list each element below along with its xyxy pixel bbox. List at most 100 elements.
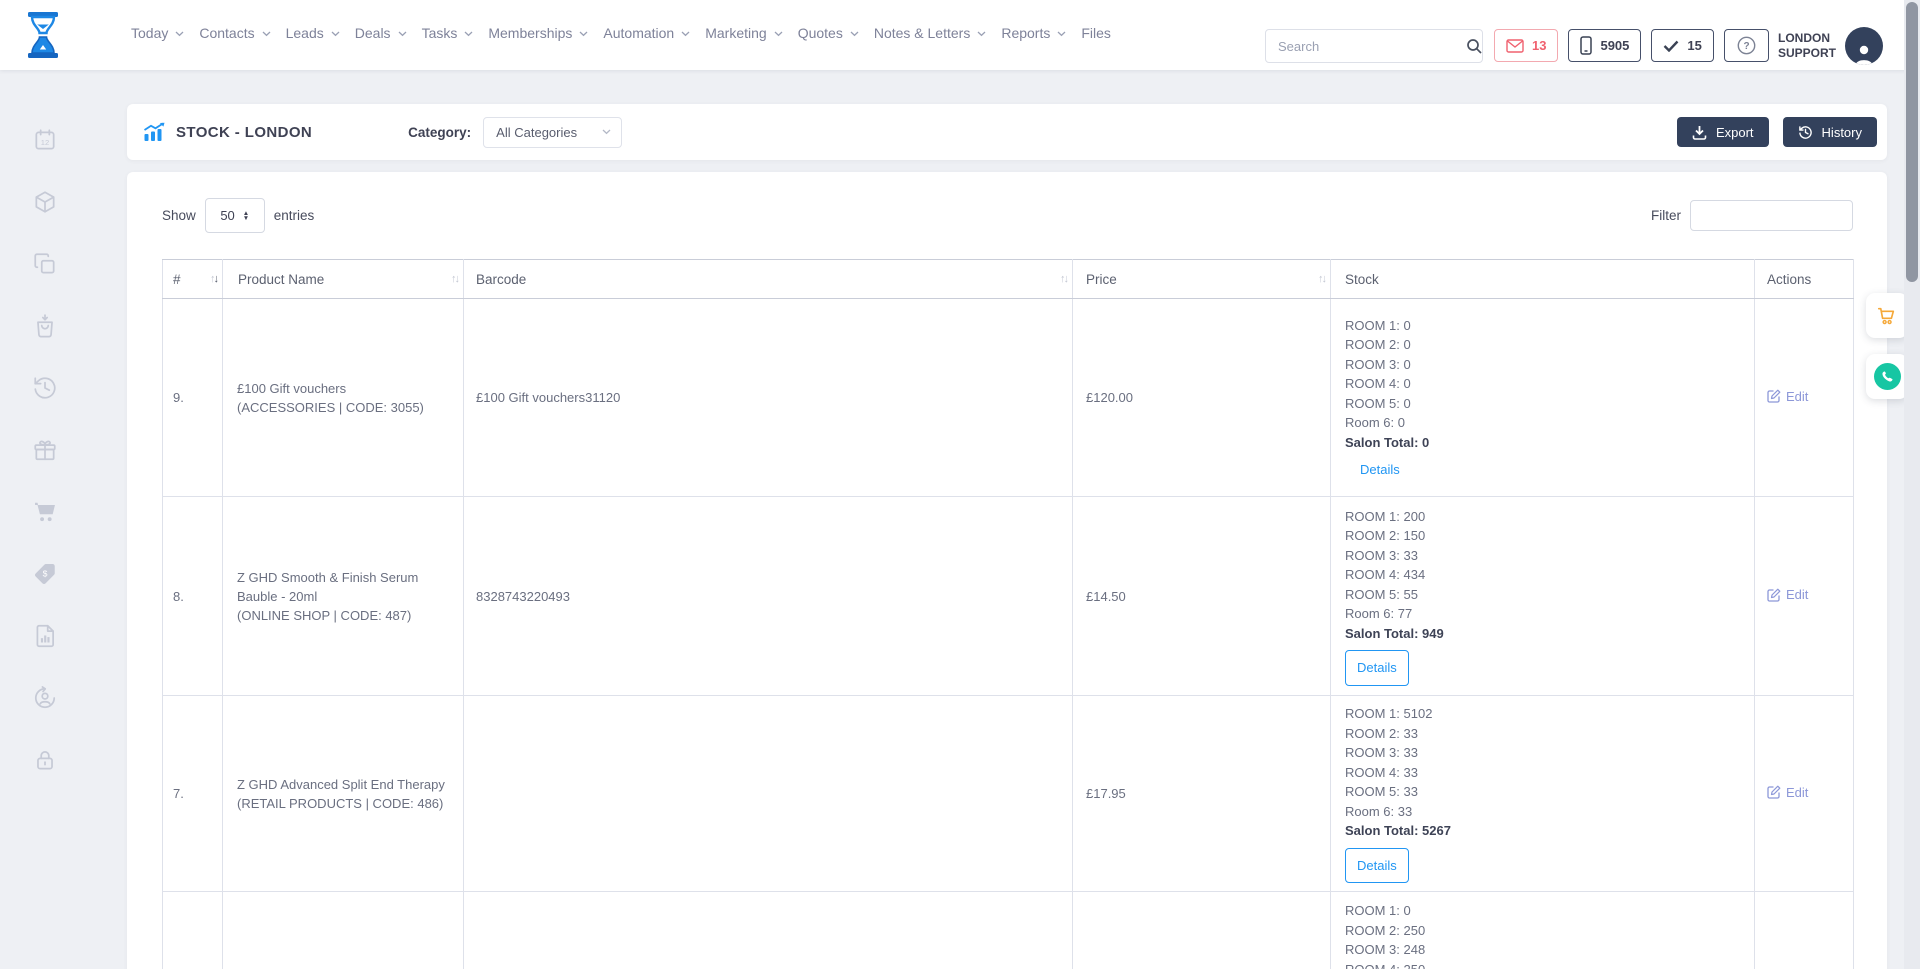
details-button[interactable]: Details — [1345, 848, 1409, 884]
envelope-icon — [1506, 39, 1524, 53]
messages-badge[interactable]: 13 — [1494, 29, 1558, 62]
cart-icon[interactable] — [32, 499, 58, 525]
table-controls: Show 50 ▲▼ entries Filter — [162, 198, 1853, 233]
quick-call-button[interactable] — [1866, 354, 1908, 399]
svg-text:$: $ — [43, 569, 48, 579]
chevron-down-icon — [579, 31, 588, 37]
chevron-down-icon — [331, 31, 340, 37]
lock-icon[interactable] — [32, 747, 58, 773]
category-select[interactable]: All Categories — [483, 117, 622, 148]
chevron-down-icon — [262, 31, 271, 37]
nav-marketing[interactable]: Marketing — [705, 25, 782, 41]
top-bar: Today Contacts Leads Deals Tasks Members… — [0, 0, 1920, 70]
sort-icon: ↑↓ — [1318, 273, 1325, 285]
nav-leads[interactable]: Leads — [286, 25, 340, 41]
actions-cell: Edit — [1755, 497, 1854, 696]
messages-count: 13 — [1532, 38, 1546, 53]
row-index: 8. — [163, 497, 223, 696]
filter-input[interactable] — [1690, 200, 1853, 231]
phone-icon — [1874, 363, 1901, 390]
search-button[interactable] — [1466, 30, 1483, 62]
nav-files[interactable]: Files — [1081, 25, 1111, 41]
nav-notes-letters[interactable]: Notes & Letters — [874, 25, 987, 41]
purchase-bag-icon[interactable] — [32, 313, 58, 339]
salon-total: Salon Total: 0 — [1345, 433, 1429, 453]
tasks-count: 15 — [1687, 38, 1701, 53]
table-header-row: #↑↓ Product Name↑↓ Barcode↑↓ Price↑↓ Sto… — [163, 260, 1854, 299]
product-name-cell: Z GHD Smooth & Finish Serum Bauble - 20m… — [223, 497, 464, 696]
avatar[interactable] — [1845, 27, 1883, 65]
quick-cart-button[interactable] — [1866, 293, 1908, 338]
salon-total: Salon Total: 949 — [1345, 624, 1444, 644]
edit-link[interactable]: Edit — [1767, 389, 1808, 404]
col-header-product-name[interactable]: Product Name↑↓ — [223, 260, 464, 299]
copy-icon[interactable] — [32, 251, 58, 277]
user-name: LONDON SUPPORT — [1778, 31, 1836, 61]
nav-deals[interactable]: Deals — [355, 25, 407, 41]
calendar-icon[interactable]: 12 — [32, 127, 58, 153]
calls-badge[interactable]: 5905 — [1568, 29, 1641, 62]
details-link[interactable]: Details — [1360, 460, 1400, 480]
gift-icon[interactable] — [32, 437, 58, 463]
products-cube-icon[interactable] — [32, 189, 58, 215]
edit-link[interactable]: Edit — [1767, 587, 1808, 602]
barcode-cell: £100 Gift vouchers31120 — [464, 299, 1073, 497]
app-logo[interactable] — [24, 8, 62, 62]
chevron-down-icon — [175, 31, 184, 37]
scrollbar-track[interactable] — [1904, 0, 1920, 969]
edit-icon — [1767, 389, 1781, 403]
stock-table-card: Show 50 ▲▼ entries Filter #↑↓ Product Na… — [127, 172, 1887, 969]
nav-automation[interactable]: Automation — [603, 25, 690, 41]
notification-badges: 13 5905 15 ? — [1494, 29, 1769, 62]
details-button[interactable]: Details — [1345, 650, 1409, 686]
nav-memberships[interactable]: Memberships — [488, 25, 588, 41]
price-cell: £120.00 — [1073, 299, 1331, 497]
product-name-cell: £100 Gift vouchers (ACCESSORIES | CODE: … — [223, 299, 464, 497]
nav-tasks[interactable]: Tasks — [422, 25, 474, 41]
chevron-down-icon — [977, 31, 986, 37]
sort-icon: ↑↓ — [210, 273, 217, 285]
product-name-cell: Z GHD Advanced Split End Therapy (RETAIL… — [223, 696, 464, 892]
tasks-badge[interactable]: 15 — [1651, 29, 1713, 62]
sidebar: 12 $ — [0, 127, 90, 773]
export-button[interactable]: Export — [1677, 117, 1769, 147]
row-index: 7. — [163, 696, 223, 892]
row-index — [163, 892, 223, 969]
col-header-index[interactable]: #↑↓ — [163, 260, 223, 299]
svg-text:?: ? — [1743, 41, 1749, 52]
nav-today[interactable]: Today — [131, 25, 184, 41]
user-activity-icon[interactable] — [32, 685, 58, 711]
chevron-down-icon — [398, 31, 407, 37]
col-header-price[interactable]: Price↑↓ — [1073, 260, 1331, 299]
page-title: STOCK - LONDON — [176, 124, 312, 141]
price-tag-icon[interactable]: $ — [32, 561, 58, 587]
global-search — [1265, 29, 1483, 63]
user-menu[interactable]: LONDON SUPPORT — [1778, 27, 1883, 65]
nav-quotes[interactable]: Quotes — [798, 25, 859, 41]
scrollbar-thumb[interactable] — [1906, 2, 1918, 282]
main-nav: Today Contacts Leads Deals Tasks Members… — [131, 0, 1111, 70]
stock-table: #↑↓ Product Name↑↓ Barcode↑↓ Price↑↓ Sto… — [162, 259, 1854, 969]
barcode-cell: 8328743220493 — [464, 497, 1073, 696]
table-row: ROOM 1: 0 ROOM 2: 250 ROOM 3: 248 ROOM 4… — [163, 892, 1854, 969]
actions-cell: Edit — [1755, 696, 1854, 892]
salon-total: Salon Total: 5267 — [1345, 821, 1451, 841]
show-label: Show — [162, 208, 196, 223]
report-file-icon[interactable] — [32, 623, 58, 649]
price-cell — [1073, 892, 1331, 969]
page-header-card: STOCK - LONDON Category: All Categories … — [127, 104, 1887, 160]
nav-reports[interactable]: Reports — [1001, 25, 1066, 41]
download-icon — [1692, 125, 1707, 140]
chevron-down-icon — [1057, 31, 1066, 37]
edit-link[interactable]: Edit — [1767, 785, 1808, 800]
nav-contacts[interactable]: Contacts — [199, 25, 270, 41]
search-input[interactable] — [1266, 30, 1466, 62]
chevron-down-icon — [681, 31, 690, 37]
help-badge[interactable]: ? — [1724, 29, 1769, 62]
table-row: 8. Z GHD Smooth & Finish Serum Bauble - … — [163, 497, 1854, 696]
stock-cell: ROOM 1: 0 ROOM 2: 0 ROOM 3: 0 ROOM 4: 0 … — [1331, 299, 1755, 497]
col-header-barcode[interactable]: Barcode↑↓ — [464, 260, 1073, 299]
history-button[interactable]: History — [1783, 117, 1877, 147]
page-size-select[interactable]: 50 ▲▼ — [205, 198, 265, 233]
history-icon[interactable] — [32, 375, 58, 401]
